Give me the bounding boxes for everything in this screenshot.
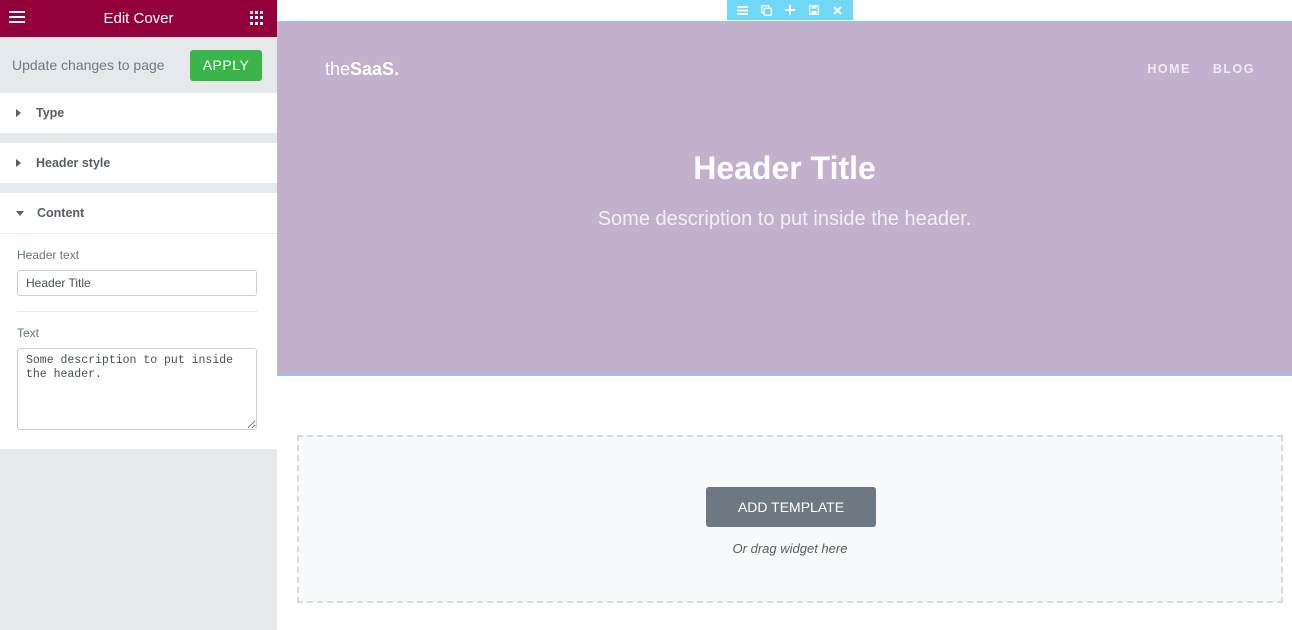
close-icon[interactable] <box>828 2 846 18</box>
cover-header-section[interactable]: theSaaS. HOME BLOG Header Title Some des… <box>277 21 1292 376</box>
save-icon[interactable] <box>805 2 823 18</box>
logo-bold-text: SaaS. <box>350 59 400 79</box>
section-type[interactable]: Type <box>0 93 277 133</box>
text-textarea[interactable]: Some description to put inside the heade… <box>17 348 257 430</box>
caret-right-icon <box>16 159 21 167</box>
panel-header: Edit Cover <box>0 0 277 37</box>
add-template-button[interactable]: ADD TEMPLATE <box>706 487 876 527</box>
hamburger-icon[interactable] <box>9 11 25 25</box>
section-content[interactable]: Content <box>0 193 277 233</box>
nav-home-link[interactable]: HOME <box>1147 62 1191 76</box>
divider <box>17 311 257 312</box>
site-logo[interactable]: theSaaS. <box>325 59 399 80</box>
site-nav: HOME BLOG <box>1147 62 1255 76</box>
header-text-label: Header text <box>17 248 80 262</box>
plus-icon[interactable] <box>781 2 799 18</box>
apply-row: Update changes to page APPLY <box>0 37 277 93</box>
section-header-style[interactable]: Header style <box>0 143 277 183</box>
logo-light-text: the <box>325 59 351 79</box>
header-title: Header Title <box>693 150 876 186</box>
apply-button[interactable]: APPLY <box>190 49 262 81</box>
template-drop-zone[interactable]: ADD TEMPLATE Or drag widget here <box>297 435 1283 603</box>
header-description: Some description to put inside the heade… <box>597 208 972 230</box>
caret-down-icon <box>16 210 24 216</box>
section-label: Content <box>37 206 85 220</box>
duplicate-icon[interactable] <box>757 2 775 18</box>
grid-icon[interactable] <box>250 11 264 25</box>
preview-canvas: theSaaS. HOME BLOG Header Title Some des… <box>277 0 1292 630</box>
section-toolbar <box>727 0 853 20</box>
apply-description: Update changes to page <box>12 57 165 73</box>
section-label: Header style <box>36 156 111 170</box>
text-label: Text <box>17 326 40 340</box>
panel-title: Edit Cover <box>103 10 174 27</box>
nav-blog-link[interactable]: BLOG <box>1213 62 1255 76</box>
hamburger-icon[interactable] <box>734 2 752 18</box>
content-controls: Header text Text Some description to put… <box>0 233 277 449</box>
editor-panel: Edit Cover Update changes to page APPLY … <box>0 0 277 630</box>
section-label: Type <box>36 106 65 120</box>
caret-right-icon <box>16 109 21 117</box>
header-text-input[interactable] <box>17 270 257 296</box>
drag-widget-hint: Or drag widget here <box>732 541 848 556</box>
